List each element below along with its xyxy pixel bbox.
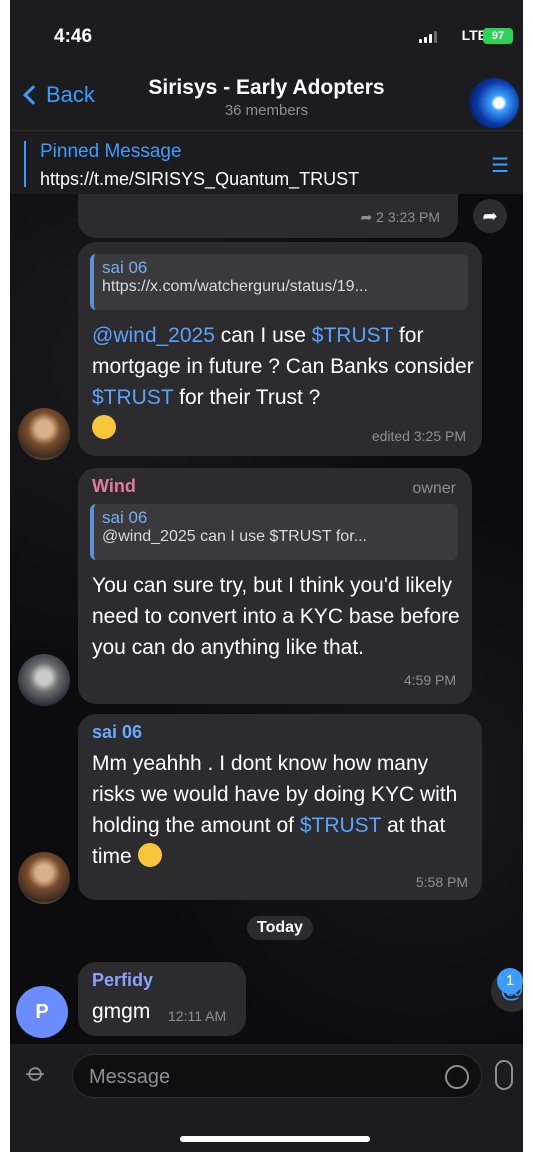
- message-input-container[interactable]: [72, 1054, 482, 1098]
- mention-count-badge: 1: [497, 968, 523, 994]
- wink-emoji: [92, 415, 116, 439]
- mic-icon[interactable]: [495, 1060, 513, 1090]
- halo-emoji: [137, 843, 162, 867]
- message-time: 4:59 PM: [403, 672, 456, 688]
- status-time: 4:46: [54, 26, 93, 47]
- chat-header: Back Sirisys - Early Adopters 36 members: [10, 70, 523, 130]
- message-bubble[interactable]: Perfidy gmgm 12:11 AM: [78, 962, 246, 1036]
- message-text: You can sure try, but I think you'd like…: [92, 574, 460, 659]
- phone-screen: 4:46 LTE 97 Back Sirisys - Early Adopter…: [10, 0, 523, 1152]
- reply-preview[interactable]: sai 06 https://x.com/watcherguru/status/…: [90, 254, 468, 310]
- ticker-link[interactable]: $TRUST: [300, 814, 381, 837]
- message-bubble[interactable]: sai 06 Mm yeahhh . I dont know how many …: [78, 714, 482, 900]
- date-separator: Today: [247, 916, 313, 940]
- ticker-link[interactable]: $TRUST: [312, 324, 393, 347]
- status-bar: 4:46 LTE 97: [10, 0, 523, 70]
- message-text: Mm yeahhh . I dont know how many risks w…: [92, 752, 458, 868]
- avatar[interactable]: P: [16, 986, 68, 1038]
- message-bubble[interactable]: sai 06 https://x.com/watcherguru/status/…: [78, 242, 482, 456]
- reply-preview[interactable]: sai 06 @wind_2025 can I use $TRUST for..…: [90, 504, 458, 560]
- reply-text: https://x.com/watcherguru/status/19...: [102, 278, 368, 295]
- message-bubble[interactable]: ➦ 2 3:23 PM: [78, 194, 458, 238]
- sender-name[interactable]: Wind: [92, 476, 136, 497]
- pinned-message-bar[interactable]: Pinned Message https://t.me/SIRISYS_Quan…: [10, 130, 523, 194]
- avatar[interactable]: [18, 654, 70, 706]
- message-list[interactable]: ➦ 2 3:23 PM ➦ sai 06 https://x.com/watch…: [10, 194, 523, 1044]
- message-time: 5:58 PM: [415, 874, 468, 890]
- reply-count: 2: [376, 209, 384, 225]
- message-text: gmgm: [92, 1000, 151, 1023]
- signal-icon: [419, 31, 437, 43]
- message-text: @wind_2025 can I use $TRUST for mortgage…: [92, 320, 476, 444]
- message-time: 3:23 PM: [387, 209, 440, 225]
- home-indicator: [180, 1136, 370, 1142]
- sender-name[interactable]: sai 06: [92, 722, 142, 743]
- chat-avatar[interactable]: [469, 78, 519, 128]
- attach-icon[interactable]: ⌀: [21, 1056, 62, 1096]
- battery-icon: 97: [483, 28, 513, 44]
- message-time: edited 3:25 PM: [371, 428, 466, 444]
- chat-title[interactable]: Sirisys - Early Adopters: [10, 76, 523, 100]
- pin-list-icon[interactable]: ☰: [491, 153, 509, 178]
- reply-arrow-icon: ➦: [360, 209, 373, 225]
- message-time: 12:11 AM: [168, 1008, 227, 1024]
- message-bubble[interactable]: Wind owner sai 06 @wind_2025 can I use $…: [78, 468, 472, 704]
- pinned-title: Pinned Message: [40, 141, 182, 162]
- sticker-icon[interactable]: [445, 1065, 469, 1089]
- message-meta: ➦ 2 3:23 PM: [361, 209, 440, 226]
- composer-bar: ⌀: [10, 1044, 523, 1152]
- reply-sender: sai 06: [102, 508, 148, 527]
- mention-link[interactable]: @wind_2025: [92, 324, 215, 347]
- ticker-link[interactable]: $TRUST: [92, 386, 173, 409]
- pinned-indicator: [24, 141, 26, 187]
- pinned-text: https://t.me/SIRISYS_Quantum_TRUST: [40, 169, 360, 189]
- avatar[interactable]: [18, 408, 70, 460]
- sender-role: owner: [412, 480, 456, 497]
- reply-sender: sai 06: [102, 258, 148, 277]
- message-input[interactable]: [89, 1063, 409, 1091]
- avatar[interactable]: [18, 852, 70, 904]
- reply-text: @wind_2025 can I use $TRUST for...: [102, 528, 367, 545]
- sender-name[interactable]: Perfidy: [92, 970, 153, 991]
- member-count: 36 members: [224, 102, 309, 119]
- forward-icon[interactable]: ➦: [473, 199, 507, 233]
